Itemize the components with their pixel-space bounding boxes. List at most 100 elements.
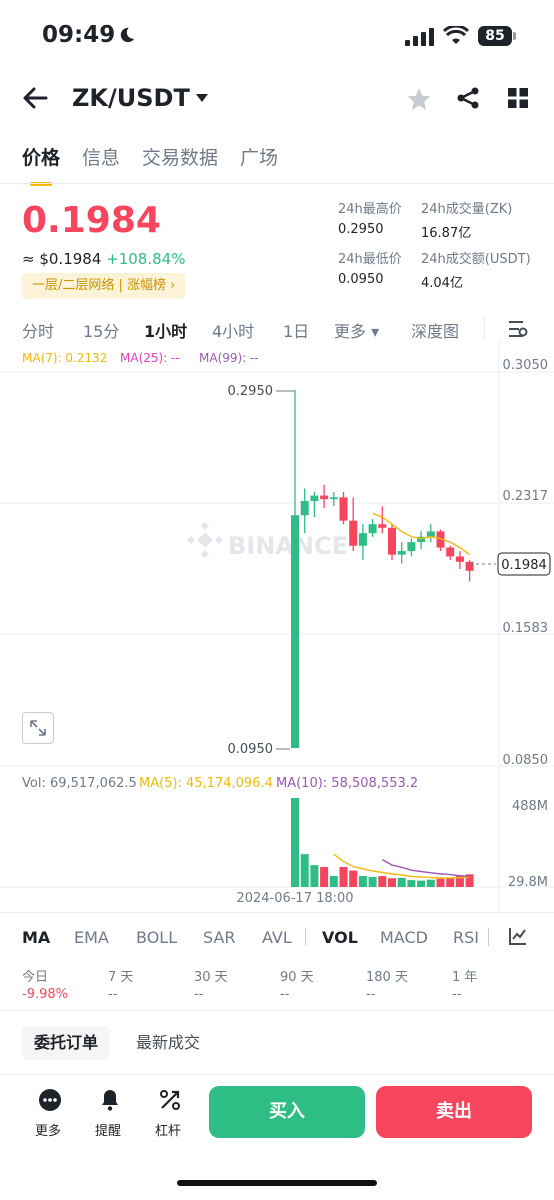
vol-legend: Vol: 69,517,062.5 bbox=[22, 776, 137, 791]
tab-open-orders[interactable]: 委托订单 bbox=[22, 1026, 111, 1060]
share-icon[interactable] bbox=[456, 86, 480, 110]
amount-label: 24h成交额(USDT) bbox=[421, 252, 531, 267]
volume-bar bbox=[426, 879, 435, 887]
tf-separator bbox=[484, 318, 485, 338]
candle-body bbox=[368, 524, 377, 534]
divider-orders bbox=[0, 1010, 554, 1011]
y-tick-3: 0.0850 bbox=[503, 753, 549, 768]
volume-bar bbox=[378, 876, 387, 887]
candle-body bbox=[300, 500, 309, 516]
candle-body bbox=[465, 561, 474, 571]
tab-trading-data[interactable]: 交易数据 bbox=[142, 143, 218, 170]
y-tick-0: 0.3050 bbox=[503, 358, 549, 373]
tab-divider bbox=[0, 183, 554, 184]
ind-sar[interactable]: SAR bbox=[203, 928, 236, 947]
fullscreen-button[interactable] bbox=[22, 712, 54, 744]
indicator-separator-1 bbox=[305, 928, 306, 946]
volume-bar bbox=[329, 876, 338, 887]
candle-body bbox=[339, 497, 348, 521]
tf-1d[interactable]: 1日 bbox=[283, 318, 309, 342]
vol-tick-0: 488M bbox=[512, 799, 548, 814]
category-tag[interactable]: 一层/二层网络 | 涨幅榜 › bbox=[22, 273, 186, 299]
leverage-label[interactable]: 杠杆 bbox=[155, 1120, 181, 1139]
bell-icon[interactable] bbox=[98, 1088, 122, 1112]
chevron-down-icon[interactable] bbox=[196, 94, 208, 102]
ind-avl[interactable]: AVL bbox=[262, 928, 292, 947]
perf-label-7d: 7 天 bbox=[108, 970, 134, 985]
indicator-bar: MA EMA BOLL SAR AVL VOL MACD RSI bbox=[0, 922, 554, 952]
perf-value-90d: -- bbox=[280, 987, 290, 1002]
tf-more[interactable]: 更多 ▾ bbox=[334, 318, 379, 342]
wifi-icon bbox=[443, 26, 469, 44]
buy-button[interactable]: 买入 bbox=[209, 1086, 365, 1138]
vol-ma10-legend: MA(10): 58,508,553.2 bbox=[276, 776, 418, 791]
approx-usd: ≈ $0.1984 bbox=[22, 250, 102, 268]
tab-info[interactable]: 信息 bbox=[82, 143, 120, 170]
high-value: 0.2950 bbox=[338, 222, 384, 237]
high-annotation: 0.2950 bbox=[228, 384, 274, 399]
tf-line[interactable]: 分时 bbox=[22, 318, 54, 342]
kline-chart[interactable]: 0.3050 0.2317 0.1583 0.0850 BINANCE 0.29… bbox=[0, 340, 554, 910]
more-label[interactable]: 更多 bbox=[35, 1120, 61, 1139]
perf-label-1y: 1 年 bbox=[452, 970, 478, 985]
ind-vol[interactable]: VOL bbox=[322, 928, 358, 947]
volume-label: 24h成交量(ZK) bbox=[421, 202, 513, 217]
indicator-separator-2 bbox=[488, 928, 489, 946]
high-label: 24h最高价 bbox=[338, 202, 402, 217]
tab-latest-trades[interactable]: 最新成交 bbox=[124, 1026, 212, 1060]
pair-title[interactable]: ZK/USDT bbox=[72, 84, 190, 112]
tab-price[interactable]: 价格 bbox=[22, 143, 60, 186]
ind-macd[interactable]: MACD bbox=[380, 928, 428, 947]
sell-button[interactable]: 卖出 bbox=[376, 1086, 532, 1138]
perf-label-30d: 30 天 bbox=[194, 970, 228, 985]
candle-body bbox=[446, 547, 455, 557]
timeframe-bar: 分时 15分 1小时 4小时 1日 更多 ▾ 深度图 bbox=[0, 314, 554, 342]
candles-group bbox=[291, 389, 474, 749]
tf-15m[interactable]: 15分 bbox=[83, 318, 119, 342]
perf-value-7d: -- bbox=[108, 987, 118, 1002]
leverage-icon[interactable] bbox=[158, 1088, 182, 1112]
alert-label[interactable]: 提醒 bbox=[95, 1120, 121, 1139]
y-tick-2: 0.1583 bbox=[503, 621, 549, 636]
watermark-text: BINANCE bbox=[228, 532, 348, 560]
chart-settings-icon[interactable] bbox=[508, 320, 528, 338]
grid-menu-icon[interactable] bbox=[508, 88, 528, 108]
perf-value-180d: -- bbox=[366, 987, 376, 1002]
volume-bar bbox=[358, 876, 367, 887]
volume-bar bbox=[436, 878, 445, 887]
volume-bar bbox=[388, 878, 396, 887]
volume-bar bbox=[397, 877, 406, 887]
time-label: 2024-06-17 18:00 bbox=[236, 891, 353, 906]
low-annotation: 0.0950 bbox=[228, 742, 274, 757]
volume-bar bbox=[407, 880, 416, 887]
more-icon[interactable] bbox=[38, 1088, 62, 1112]
candle-body bbox=[407, 542, 416, 552]
back-arrow-icon[interactable] bbox=[22, 86, 48, 110]
cellular-signal-icon bbox=[405, 28, 434, 46]
candle-body bbox=[329, 497, 338, 500]
tf-4h[interactable]: 4小时 bbox=[212, 318, 254, 342]
volume-bar bbox=[368, 876, 377, 887]
ind-rsi[interactable]: RSI bbox=[453, 928, 479, 947]
candle-body bbox=[349, 520, 358, 546]
tf-1h[interactable]: 1小时 bbox=[144, 318, 187, 342]
tab-square[interactable]: 广场 bbox=[240, 143, 278, 170]
ind-ma[interactable]: MA bbox=[22, 928, 50, 947]
perf-value-30d: -- bbox=[194, 987, 204, 1002]
star-icon[interactable] bbox=[406, 86, 432, 112]
candle-body bbox=[388, 527, 396, 555]
perf-value-today: -9.98% bbox=[22, 987, 68, 1002]
candle-body bbox=[320, 495, 329, 500]
perf-value-1y: -- bbox=[452, 987, 462, 1002]
ind-ema[interactable]: EMA bbox=[74, 928, 109, 947]
ind-boll[interactable]: BOLL bbox=[136, 928, 177, 947]
low-label: 24h最低价 bbox=[338, 252, 402, 267]
indicator-settings-icon[interactable] bbox=[508, 926, 528, 946]
vol-tick-1: 29.8M bbox=[508, 875, 548, 890]
tf-depth[interactable]: 深度图 bbox=[411, 318, 459, 342]
candle-body bbox=[397, 551, 406, 555]
volume-bar bbox=[339, 866, 348, 887]
volume-bar bbox=[310, 865, 319, 887]
volume-bar bbox=[349, 870, 358, 887]
watermark: BINANCE bbox=[187, 522, 348, 560]
